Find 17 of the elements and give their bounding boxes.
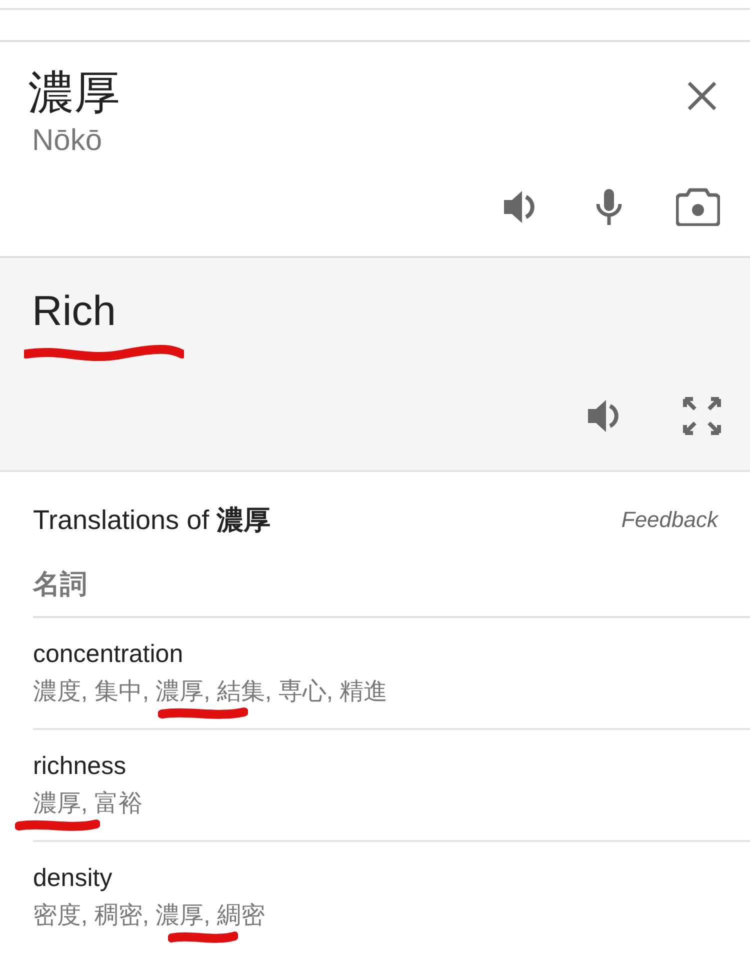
translations-heading: Translations of 濃厚 (33, 504, 271, 537)
translation-text: Rich (32, 286, 116, 336)
synonyms: 密度, 稠密, 濃厚, 綢密 (33, 901, 266, 931)
synonyms: 濃度, 集中, 濃厚, 結集, 専心, 精進 (33, 677, 388, 707)
translation-word: richness (33, 752, 128, 781)
synonyms: 濃厚, 富裕 (33, 789, 142, 819)
part-of-speech: 名詞 (33, 538, 750, 618)
romanization: Nōkō (32, 124, 104, 158)
scribble-mark (168, 930, 238, 946)
feedback-link[interactable]: Feedback (621, 507, 718, 533)
source-text: 濃厚 (28, 65, 120, 120)
camera-icon[interactable] (676, 188, 720, 226)
fullscreen-icon[interactable] (682, 396, 722, 436)
translation-word: density (33, 864, 114, 893)
microphone-icon[interactable] (594, 188, 624, 226)
translation-word: concentration (33, 640, 184, 669)
close-icon[interactable] (686, 80, 718, 112)
